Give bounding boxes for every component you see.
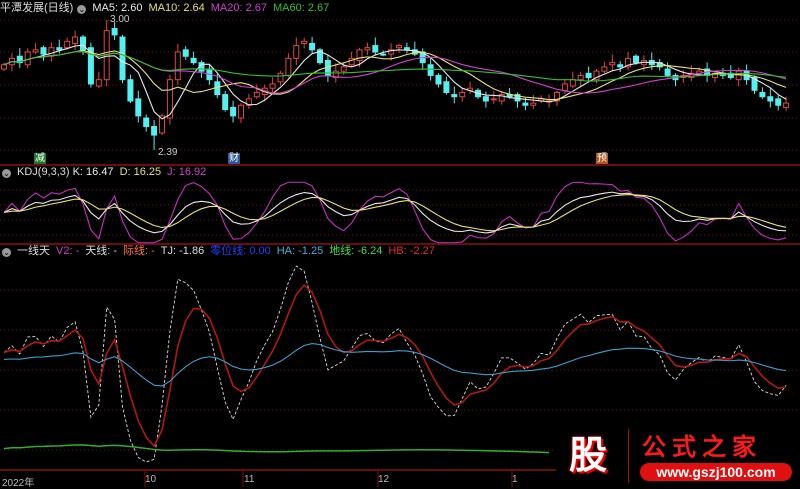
d-value: D: 16.25 <box>119 166 162 178</box>
ji-line <box>3 284 787 448</box>
candle-down <box>372 45 379 53</box>
candle-down <box>664 68 671 76</box>
candle-down <box>767 96 774 102</box>
candle-down <box>380 53 387 56</box>
x-tick-label: 12 <box>378 474 390 485</box>
candle-down <box>309 42 316 51</box>
candle-up <box>340 66 347 72</box>
candle-up <box>459 91 466 98</box>
candle-down <box>222 94 229 111</box>
candle-down <box>482 96 489 102</box>
candle-up <box>293 45 300 59</box>
marker-yu[interactable]: 预 <box>596 153 608 164</box>
candle-down <box>522 102 529 106</box>
ma10-value: MA10: 2.64 <box>148 2 205 14</box>
kdj-header: ⌄ KDJ(9,3,3) K: 16.47 D: 16.25 J: 16.92 <box>0 166 212 179</box>
x-tick-label: 10 <box>145 474 157 485</box>
candle-up <box>253 91 260 98</box>
candle-down <box>427 64 434 76</box>
high-price-label: 3.00 <box>110 14 130 25</box>
candle-up <box>32 49 39 53</box>
k-value: K: 16.47 <box>72 166 114 178</box>
x-tick-label: 11 <box>244 474 255 485</box>
candle-up <box>1 64 7 70</box>
dropdown-icon[interactable]: ⌄ <box>2 248 11 257</box>
candle-down <box>190 57 197 64</box>
candle-up <box>783 102 790 108</box>
candle-up <box>490 98 497 101</box>
candle-up <box>24 51 31 66</box>
candle-down <box>127 79 134 102</box>
candle-up <box>301 40 308 44</box>
logo-glyph: 股 <box>568 433 607 477</box>
tian-value: 天线: - <box>85 245 118 257</box>
candle-down <box>80 36 86 51</box>
candle-down <box>182 49 189 57</box>
indicator-header: ⌄ 一线天 V2: - 天线: - 际线: - TJ: -1.86 零位线: 0.00 HA:… <box>0 245 441 258</box>
candle-up <box>601 66 608 72</box>
candle-down <box>617 64 624 68</box>
candle-up <box>577 74 584 81</box>
candle-up <box>530 102 537 106</box>
candle-down <box>151 126 158 136</box>
candle-down <box>40 47 47 55</box>
candle-up <box>95 79 102 87</box>
dropdown-icon[interactable]: ⌄ <box>77 5 87 14</box>
ma60-value: MA60: 2.67 <box>273 2 330 14</box>
x-tick-label: 1 <box>512 474 518 485</box>
candle-up <box>277 72 284 83</box>
marker-jian[interactable]: 减 <box>34 153 46 164</box>
candle-down <box>435 74 442 85</box>
chart-canvas <box>0 19 800 487</box>
candle-down <box>443 81 450 93</box>
ha-value: HA: -1.25 <box>276 245 324 257</box>
marker-cai[interactable]: 财 <box>228 153 240 164</box>
ind-name: 一线天 <box>17 245 50 257</box>
tj-value: TJ: -1.86 <box>160 245 205 257</box>
di-line <box>3 444 550 454</box>
candle-down <box>56 47 63 51</box>
candle-up <box>269 83 276 89</box>
ma20-value: MA20: 2.67 <box>210 2 267 14</box>
candle-up <box>364 47 371 51</box>
candle-up <box>64 40 71 49</box>
candle-up <box>285 57 292 76</box>
candle-up <box>174 51 181 81</box>
candle-down <box>135 98 142 117</box>
candle-down <box>403 47 410 51</box>
zero-value: 零位线: 0.00 <box>210 245 271 257</box>
candle-down <box>119 36 126 81</box>
candle-down <box>775 98 782 106</box>
main-header: 平潭发展(日线) ⌄ MA5: 2.60 MA10: 2.64 MA20: 2.67 MA… <box>0 2 335 15</box>
candle-up <box>396 45 402 49</box>
candle-down <box>633 55 639 64</box>
logo-url: www.gszj100.com <box>640 463 792 481</box>
candle-down <box>111 28 118 36</box>
candle-up <box>609 62 616 66</box>
logo-divider <box>628 429 629 483</box>
candle-up <box>561 83 568 91</box>
candle-up <box>72 36 79 44</box>
candle-down <box>451 94 458 98</box>
kdj-k-line <box>3 191 787 234</box>
ma5-value: MA5: 2.60 <box>92 2 143 14</box>
hb-value: HB: -2.27 <box>388 245 435 257</box>
candle-up <box>569 79 576 87</box>
kdj-name: KDJ(9,3,3) <box>17 166 70 178</box>
logo-name: 公式之家 <box>642 434 762 461</box>
watermark-logo: 股 公式之家 www.gszj100.com <box>556 425 800 487</box>
candle-down <box>759 91 766 98</box>
di-value: 地线: -6.24 <box>329 245 383 257</box>
low-price-label: 2.39 <box>158 147 178 158</box>
dropdown-icon[interactable]: ⌄ <box>2 169 11 178</box>
j-value: J: 16.92 <box>167 166 207 178</box>
candle-down <box>585 72 592 79</box>
candle-up <box>238 104 244 119</box>
stock-title: 平潭发展(日线) <box>0 2 74 14</box>
kdj-d-line <box>3 193 787 232</box>
candle-down <box>230 106 237 117</box>
candle-down <box>143 117 150 128</box>
v2-value: V2: - <box>56 245 80 257</box>
ji-value: 际线: - <box>123 245 155 257</box>
